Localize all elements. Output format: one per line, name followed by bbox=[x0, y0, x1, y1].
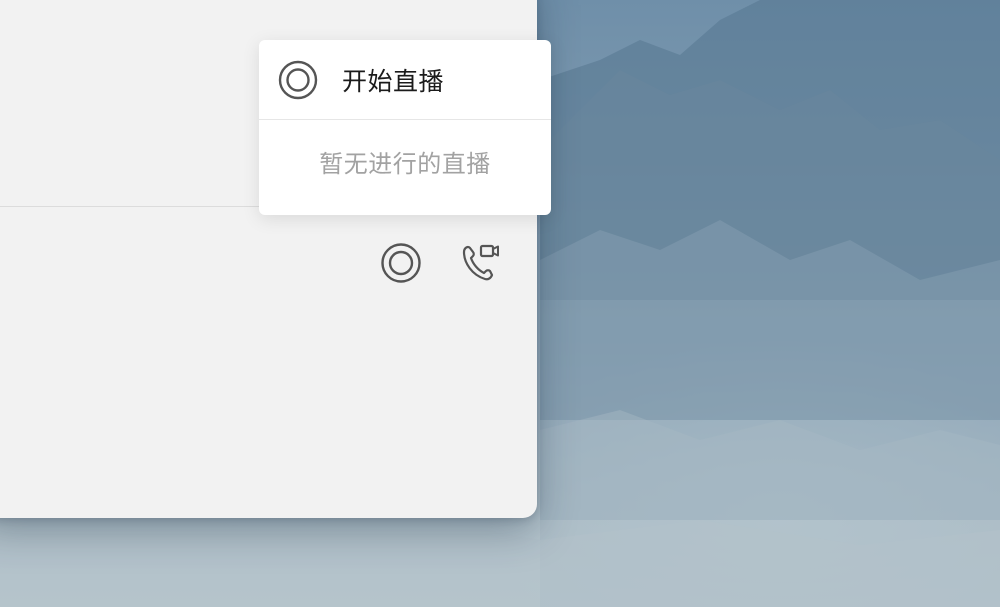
no-live-message: 暂无进行的直播 bbox=[319, 150, 491, 178]
start-live-item[interactable]: 开始直播 bbox=[259, 40, 551, 120]
input-toolbar bbox=[379, 242, 503, 284]
video-call-icon bbox=[462, 244, 499, 281]
live-button[interactable] bbox=[379, 241, 423, 285]
start-live-label: 开始直播 bbox=[342, 66, 445, 96]
live-record-icon bbox=[381, 243, 421, 283]
live-popover: 开始直播 暂无进行的直播 bbox=[259, 40, 551, 215]
live-record-icon bbox=[278, 60, 318, 99]
video-call-button[interactable] bbox=[459, 241, 503, 285]
